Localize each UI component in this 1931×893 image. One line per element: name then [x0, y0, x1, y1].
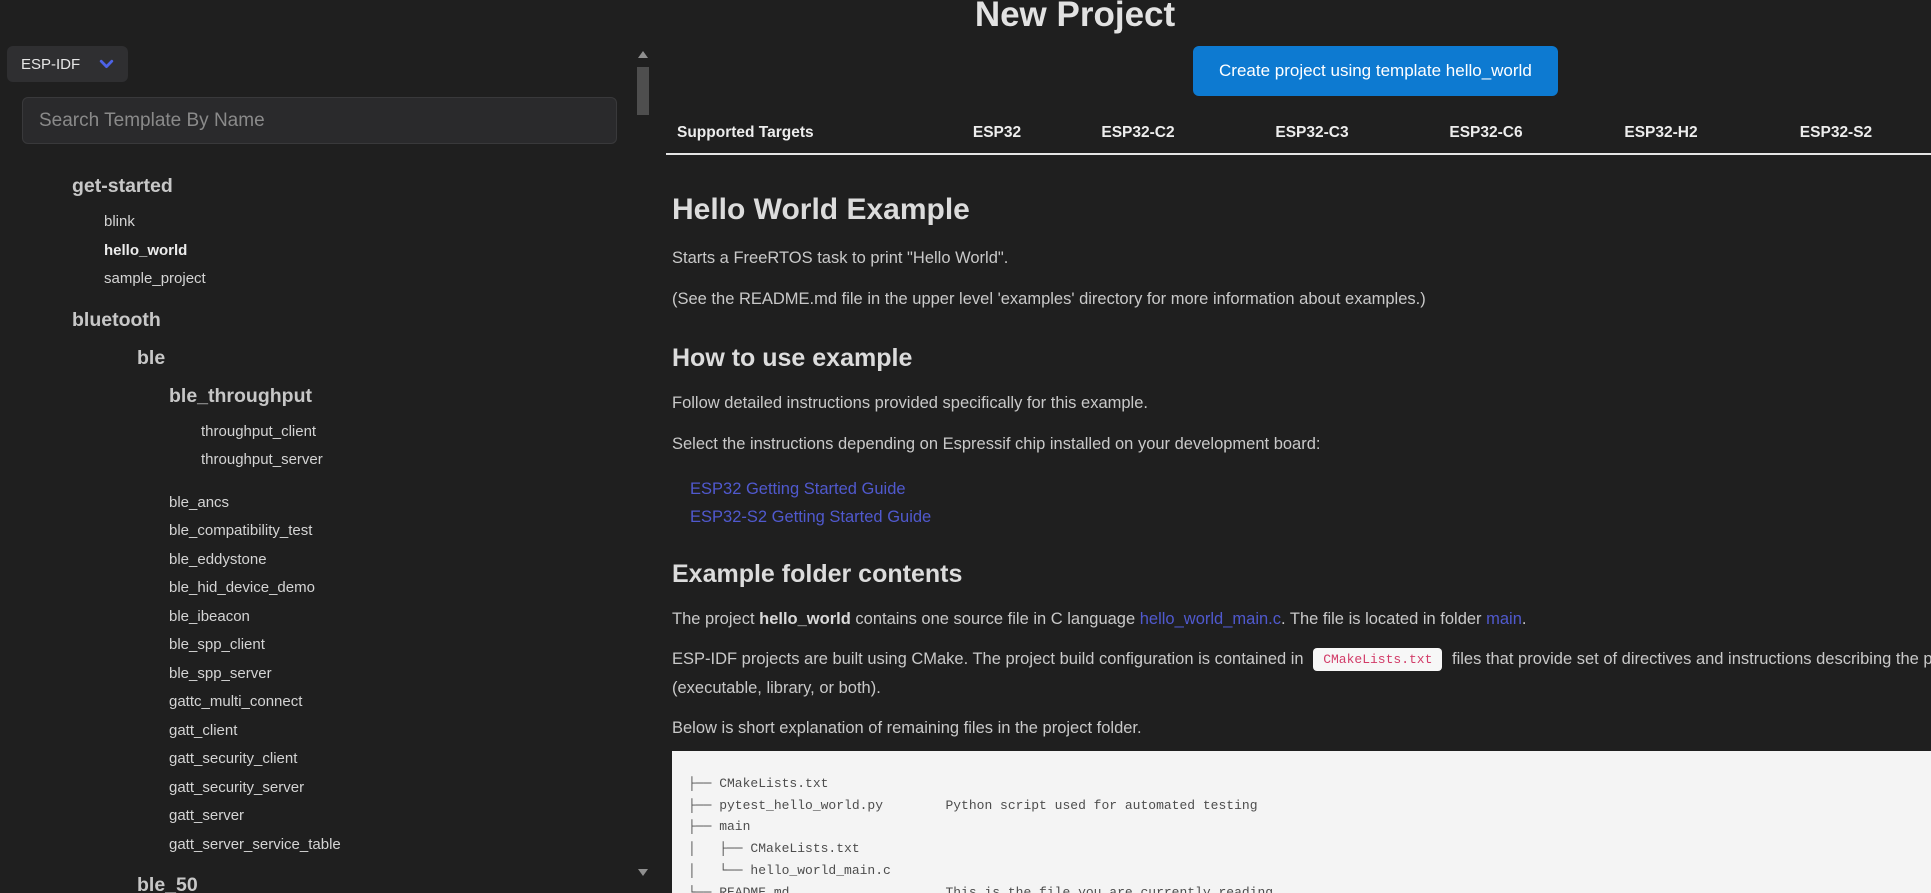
folder-paragraph: The project hello_world contains one sou… [672, 608, 1931, 630]
template-tree-item[interactable]: throughput_server [0, 446, 630, 475]
template-tree-item[interactable]: ble_ancs [0, 489, 630, 518]
target-name: ESP32-H2 [1624, 124, 1697, 142]
template-tree-item[interactable]: gatt_server_service_table [0, 831, 630, 860]
supported-targets-row: Supported Targets ESP32ESP32-C2ESP32-C3E… [666, 120, 1931, 155]
code-pill-cmakelists: CMakeLists.txt [1313, 648, 1442, 671]
template-tree-item[interactable]: gatt_client [0, 717, 630, 746]
target-name: ESP32-C3 [1275, 124, 1348, 142]
supported-targets-cells: ESP32 ESP32-C2 ESP32-C3 ESP32-C6 ESP32-H2 ESP… [666, 120, 1931, 153]
template-tree-item[interactable]: bluetooth [0, 308, 630, 332]
chevron-down-icon [99, 59, 114, 70]
text-segment: files that provide set of directives and… [1447, 650, 1931, 668]
folder-contents-heading: Example folder contents [672, 558, 1931, 590]
framework-select-label: ESP-IDF [21, 56, 80, 73]
readme-title: Hello World Example [672, 191, 1931, 229]
template-tree-item[interactable]: ble_eddystone [0, 546, 630, 575]
getting-started-guide-link[interactable]: ESP32-S2 Getting Started Guide [672, 503, 1931, 531]
code-line: │ └── hello_world_main.c [688, 860, 1931, 882]
readme-paragraph: Select the instructions depending on Esp… [672, 433, 1931, 455]
template-tree-item[interactable]: ble_spp_client [0, 631, 630, 660]
readme-content: Hello World Example Starts a FreeRTOS ta… [660, 155, 1931, 893]
template-tree-item[interactable]: gatt_security_client [0, 745, 630, 774]
cmake-paragraph: ESP-IDF projects are built using CMake. … [672, 648, 1931, 671]
framework-select-dropdown[interactable]: ESP-IDF [7, 46, 128, 82]
template-search-input[interactable] [22, 97, 617, 144]
getting-started-guide-link[interactable]: ESP32 Getting Started Guide [672, 475, 1931, 503]
template-tree-item[interactable]: ble_throughput [0, 384, 630, 408]
text-segment: . The file is located in folder [1281, 610, 1486, 628]
code-line: │ ├── CMakeLists.txt [688, 838, 1931, 860]
how-to-use-heading: How to use example [672, 342, 1931, 374]
folder-tree-codeblock: ├── CMakeLists.txt├── pytest_hello_world… [672, 751, 1931, 893]
readme-paragraph: Starts a FreeRTOS task to print "Hello W… [672, 247, 1931, 269]
readme-paragraph: Below is short explanation of remaining … [672, 717, 1931, 739]
scrollbar-thumb[interactable] [637, 67, 649, 115]
code-line: ├── main [688, 816, 1931, 838]
template-tree-item[interactable]: hello_world [0, 237, 630, 266]
cmake-paragraph-continuation: (executable, library, or both). [672, 677, 1931, 699]
target-name: ESP32 [973, 124, 1021, 142]
scroll-down-icon[interactable] [638, 869, 648, 876]
template-tree-item[interactable]: throughput_client [0, 418, 630, 447]
template-tree-item[interactable]: ble [0, 346, 630, 370]
create-project-button[interactable]: Create project using template hello_worl… [1193, 46, 1558, 96]
text-segment: contains one source file in C language [851, 610, 1140, 628]
template-tree: get-started blinkhello_worldsample_projec… [0, 160, 630, 893]
template-tree-item[interactable]: ble_hid_device_demo [0, 574, 630, 603]
template-tree-item[interactable]: gattc_multi_connect [0, 688, 630, 717]
template-tree-item[interactable]: gatt_server [0, 802, 630, 831]
template-tree-item[interactable]: ble_compatibility_test [0, 517, 630, 546]
text-segment: ESP-IDF projects are built using CMake. … [672, 650, 1308, 668]
getting-started-links: ESP32 Getting Started GuideESP32-S2 Gett… [672, 475, 1931, 531]
target-name: ESP32-C6 [1449, 124, 1522, 142]
template-tree-item[interactable]: ble_ibeacon [0, 603, 630, 632]
template-tree-item[interactable]: sample_project [0, 265, 630, 294]
template-tree-item[interactable]: gatt_security_server [0, 774, 630, 803]
esp-idf-new-project-page: ESP-IDF get-startedblinkhello_worldsampl… [0, 0, 1931, 893]
text-segment: . [1522, 610, 1527, 628]
code-line: ├── pytest_hello_world.py Python script … [688, 795, 1931, 817]
template-tree-item[interactable]: blink [0, 208, 630, 237]
target-name: ESP32-C2 [1101, 124, 1174, 142]
readme-paragraph: Follow detailed instructions provided sp… [672, 392, 1931, 414]
main-c-file-link[interactable]: hello_world_main.c [1140, 610, 1281, 628]
template-tree-item[interactable]: get-started [0, 174, 630, 198]
target-name: ESP32-S2 [1800, 124, 1872, 142]
bold-project-name: hello_world [759, 610, 851, 628]
template-tree-item[interactable]: ble_spp_server [0, 660, 630, 689]
text-segment: The project [672, 610, 759, 628]
code-line: ├── CMakeLists.txt [688, 773, 1931, 795]
code-line: └── README.md This is the file you are c… [688, 882, 1931, 893]
main-folder-link[interactable]: main [1486, 610, 1522, 628]
sidebar-scrollbar[interactable] [636, 45, 650, 878]
template-tree-item[interactable]: ble_50 [0, 873, 630, 893]
page-title: New Project [975, 0, 1175, 36]
readme-paragraph: (See the README.md file in the upper lev… [672, 288, 1931, 310]
scroll-up-icon[interactable] [638, 51, 648, 58]
